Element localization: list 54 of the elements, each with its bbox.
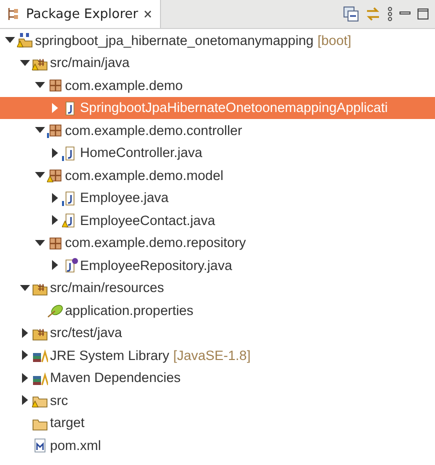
item-label: com.example.demo.controller — [65, 122, 242, 138]
item-label: pom.xml — [50, 438, 102, 453]
maven-file-icon — [32, 437, 48, 454]
package-tree-icon — [6, 7, 20, 21]
maximize-icon[interactable] — [417, 8, 429, 20]
tree-item[interactable]: com.example.demo.repository — [0, 232, 435, 254]
item-decoration: [boot] — [317, 32, 352, 48]
item-label: com.example.demo.repository — [65, 235, 246, 250]
item-label: EmployeeRepository.java — [80, 258, 232, 273]
item-decoration: [JavaSE-1.8] — [173, 348, 251, 363]
item-label: springboot_jpa_hibernate_onetomanymapping — [35, 32, 314, 48]
item-label: com.example.demo.model — [65, 168, 224, 183]
close-button[interactable]: 🗙 — [144, 6, 152, 22]
leaf-icon — [47, 302, 63, 318]
item-label: HomeController.java — [80, 145, 202, 160]
tree-item[interactable]: com.example.demo.controller — [0, 119, 435, 142]
item-label: Maven Dependencies — [50, 370, 181, 386]
tree-item[interactable]: com.example.demo.model — [0, 164, 435, 186]
tree-item[interactable]: springboot_jpa_hibernate_onetomanymapping [boot] — [0, 29, 435, 52]
item-label: Employee.java — [80, 190, 169, 206]
item-label: SpringbootJpaHibernateOnetoonemappingApplicati — [80, 100, 388, 116]
tree-item[interactable]: com.example.demo — [0, 74, 435, 96]
tree-item[interactable]: src/main/resources — [0, 276, 435, 299]
package-icon — [47, 167, 63, 184]
item-label: src/test/java — [50, 325, 122, 340]
tree-item[interactable]: Employee.java — [0, 186, 435, 209]
item-label: EmployeeContact.java — [80, 212, 216, 228]
view-tab[interactable]: Package Explorer 🗙 — [0, 0, 162, 28]
tree-item[interactable]: Maven Dependencies — [0, 366, 435, 389]
item-label: JRE System Library — [50, 348, 170, 363]
view-menu-icon[interactable] — [387, 6, 393, 22]
item-label: target — [50, 415, 85, 430]
tree-item[interactable]: JRE System Library [JavaSE-1.8] — [0, 344, 435, 366]
item-label: src/main/resources — [50, 280, 164, 296]
tree-item[interactable]: src/main/java — [0, 52, 435, 74]
tree-item[interactable]: target — [0, 412, 435, 434]
tree-item[interactable]: HomeController.java — [0, 142, 435, 164]
tree-item[interactable]: pom.xml — [0, 434, 435, 456]
item-label: src — [50, 392, 68, 408]
package-icon — [47, 77, 63, 94]
tree-item[interactable]: application.properties — [0, 299, 435, 322]
package-icon — [47, 122, 63, 138]
item-label: application.properties — [65, 302, 194, 318]
tree-item[interactable]: src/test/java — [0, 322, 435, 344]
project-icon — [17, 32, 33, 48]
collapse-all-icon[interactable] — [343, 6, 359, 22]
tree-item[interactable]: EmployeeRepository.java — [0, 254, 435, 276]
package-icon — [47, 234, 63, 251]
view-title: Package Explorer — [26, 6, 138, 22]
tree-item[interactable]: src — [0, 389, 435, 412]
item-label: com.example.demo — [65, 78, 183, 93]
item-label: src/main/java — [50, 55, 130, 70]
library-icon — [32, 347, 48, 364]
tree-item[interactable]: EmployeeContact.java — [0, 209, 435, 232]
